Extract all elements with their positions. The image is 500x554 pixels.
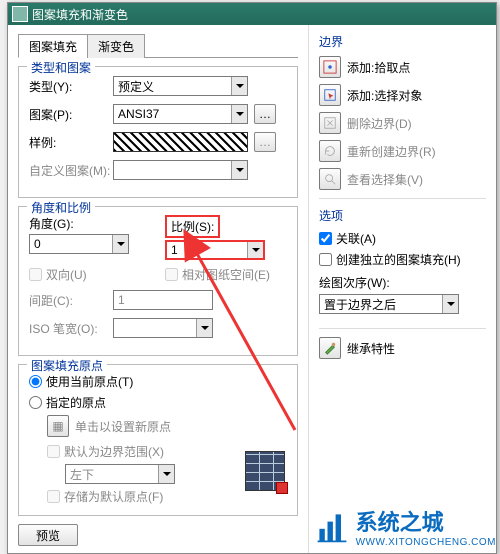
app-icon [12,6,28,22]
watermark-url: WWW.XITONGCHENG.COM [356,537,496,548]
group-title: 角度和比例 [27,199,95,216]
sample-label: 样例: [29,134,113,151]
bidir-check [29,268,42,281]
pattern-select[interactable]: ANSI37 [113,104,248,124]
preview-button[interactable]: 预览 [18,524,78,546]
spacing-input: 1 [113,290,213,310]
scale-label: 比例(S): [165,215,220,238]
delete-bound-icon [319,112,341,134]
pick-point-icon[interactable] [319,56,341,78]
store-default-check [47,490,60,503]
recreate-icon [319,140,341,162]
angle-label: 角度(G): [29,215,151,232]
hatch-dialog: 图案填充和渐变色 图案填充 渐变色 类型和图案 类型(Y): 预定义 图案(P)… [7,2,497,554]
iso-label: ISO 笔宽(O): [29,320,113,337]
set-origin-icon: ▦ [47,415,69,437]
tab-hatch[interactable]: 图案填充 [18,34,88,58]
swatch-browse-button: … [254,132,276,152]
draworder-label: 绘图次序(W): [319,274,486,291]
assoc-check[interactable] [319,232,332,245]
window-title: 图案填充和渐变色 [32,6,128,23]
watermark: 系统之城 WWW.XITONGCHENG.COM [314,505,496,548]
tab-gradient[interactable]: 渐变色 [87,34,145,58]
pattern-label: 图案(P): [29,106,113,123]
pattern-swatch[interactable] [113,132,248,152]
boundary-title: 边界 [319,33,486,50]
options-title: 选项 [319,207,486,224]
pick-point-label[interactable]: 添加:拾取点 [347,59,410,76]
watermark-icon [314,509,350,545]
group-title: 图案填充原点 [27,357,107,374]
indep-check[interactable] [319,253,332,266]
draworder-select[interactable]: 置于边界之后 [319,294,459,314]
group-title: 类型和图案 [27,59,95,76]
angle-select[interactable]: 0 [29,234,129,254]
group-origin: 图案填充原点 使用当前原点(T) 指定的原点 ▦单击以设置新原点 默认为边界范围… [18,364,298,516]
relpaper-check [165,268,178,281]
origin-preview-icon [245,451,285,491]
inherit-icon[interactable] [319,337,341,359]
tabs: 图案填充 渐变色 [18,33,298,58]
custom-label: 自定义图案(M): [29,162,113,179]
origin-pos-select: 左下 [65,464,175,484]
group-angle-scale: 角度和比例 角度(G): 0 比例(S): 1 双向(U) 相对图纸空间(E) [18,206,298,356]
default-bound-check [47,445,60,458]
spacing-label: 间距(C): [29,292,113,309]
select-obj-label[interactable]: 添加:选择对象 [347,87,422,104]
select-obj-icon[interactable] [319,84,341,106]
view-sel-icon [319,168,341,190]
scale-select[interactable]: 1 [165,240,265,260]
inherit-label[interactable]: 继承特性 [347,340,395,357]
custom-select [113,160,248,180]
group-type-pattern: 类型和图案 类型(Y): 预定义 图案(P): ANSI37 … 样例: … 自… [18,66,298,198]
watermark-name: 系统之城 [356,505,496,537]
titlebar: 图案填充和渐变色 [8,3,496,25]
use-current-radio[interactable] [29,375,42,388]
type-select[interactable]: 预定义 [113,76,248,96]
type-label: 类型(Y): [29,78,113,95]
pattern-browse-button[interactable]: … [254,104,276,124]
specified-radio[interactable] [29,396,42,409]
iso-select [113,318,213,338]
